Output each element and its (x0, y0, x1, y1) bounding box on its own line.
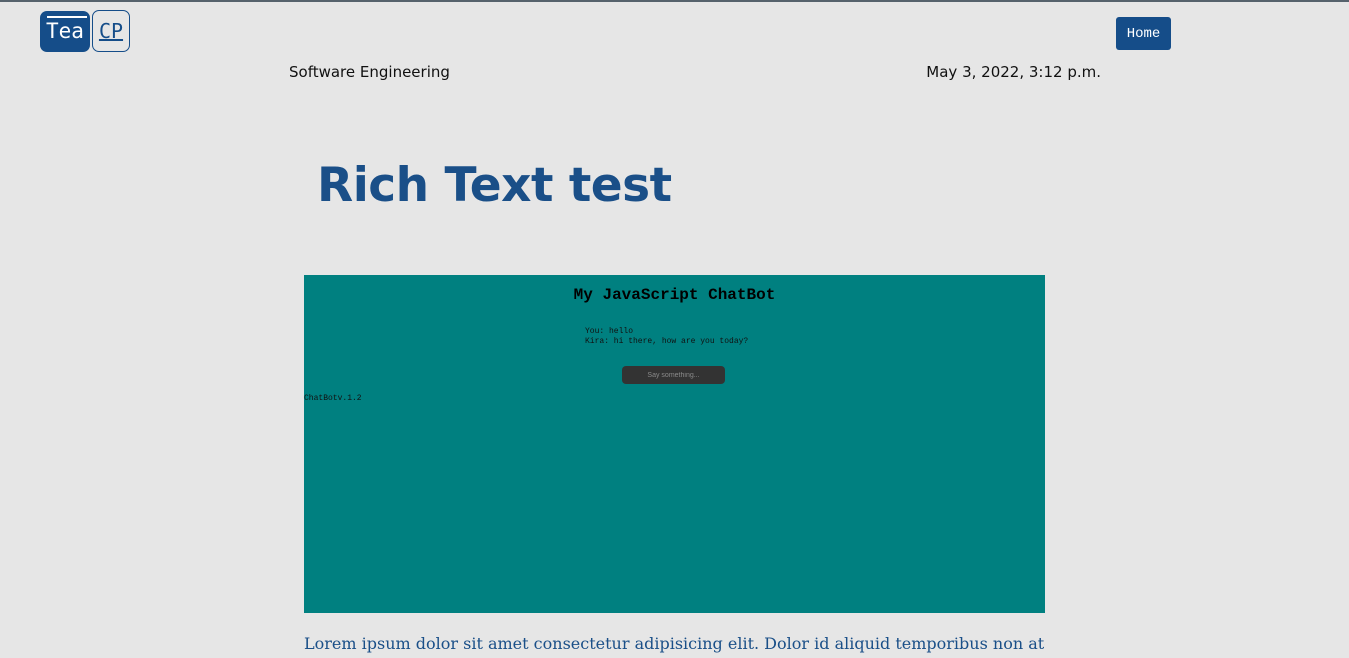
chatbot-version: ChatBotv.1.2 (304, 394, 362, 403)
chat-message: You: hello (585, 327, 634, 336)
logo-right-text: CP (98, 19, 124, 43)
chatbot-embed: My JavaScript ChatBot You: hello Kira: h… (304, 275, 1045, 613)
top-border (0, 0, 1349, 2)
post-date: May 3, 2022, 3:12 p.m. (926, 63, 1101, 81)
chat-message: Kira: hi there, how are you today? (585, 337, 749, 346)
chatbot-title: My JavaScript ChatBot (573, 286, 776, 304)
chat-input[interactable] (622, 366, 725, 384)
post-body: Lorem ipsum dolor sit amet consectetur a… (304, 634, 1045, 653)
chat-log: You: hello Kira: hi there, how are you t… (585, 327, 748, 347)
post-category: Software Engineering (289, 63, 450, 81)
logo-right-block: CP (92, 10, 130, 52)
site-logo[interactable]: Tea CP (40, 10, 132, 54)
logo-left-text: Tea (46, 19, 84, 43)
logo-left-block: Tea (40, 11, 90, 52)
home-button[interactable]: Home (1116, 17, 1171, 50)
page-title: Rich Text test (317, 158, 672, 213)
logo-bar (47, 16, 87, 18)
